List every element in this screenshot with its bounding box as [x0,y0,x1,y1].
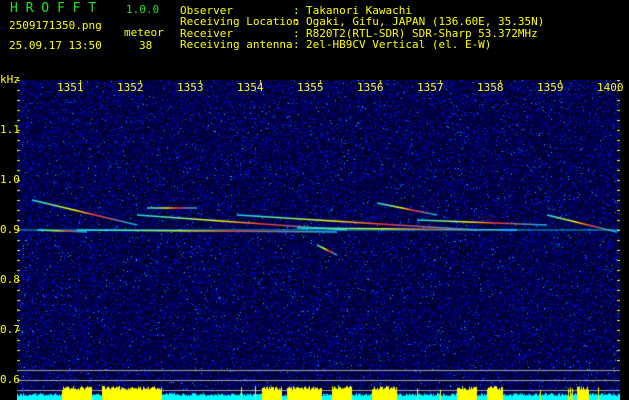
x-tick-label: 1353 [177,81,204,94]
y-tick-label: 0.9 [0,223,20,236]
y-tick-label: 0.8 [0,273,20,286]
y-tick-label: 1.0 [0,173,20,186]
info-value: 2el-HB9CV Vertical (el. E-W) [306,37,492,51]
y-tick-label: 0.7 [0,323,20,336]
y-tick-label: 0.6 [0,373,20,386]
file-name: 2509171350.png [9,19,102,32]
app-version: 1.0.0 [126,3,160,16]
meteor-label: meteor [124,26,164,39]
x-tick-label: 1356 [357,81,384,94]
info-sep: : [293,37,300,51]
x-tick-label: 1355 [297,81,324,94]
x-tick-label: 1400 [597,81,624,94]
meteor-count: 38 [139,39,153,52]
y-tick-label: 1.1 [0,123,20,136]
x-tick-label: 1359 [537,81,564,94]
x-tick-label: 1358 [477,81,504,94]
info-label: Receiving antenna [180,37,293,51]
file-datetime: 25.09.17 13:50 [9,39,102,52]
x-tick-label: 1357 [417,81,444,94]
x-tick-label: 1351 [57,81,84,94]
app-logo: H R O F F T [10,1,97,16]
spectrogram [17,80,620,400]
x-tick-label: 1352 [117,81,144,94]
x-tick-label: 1354 [237,81,264,94]
